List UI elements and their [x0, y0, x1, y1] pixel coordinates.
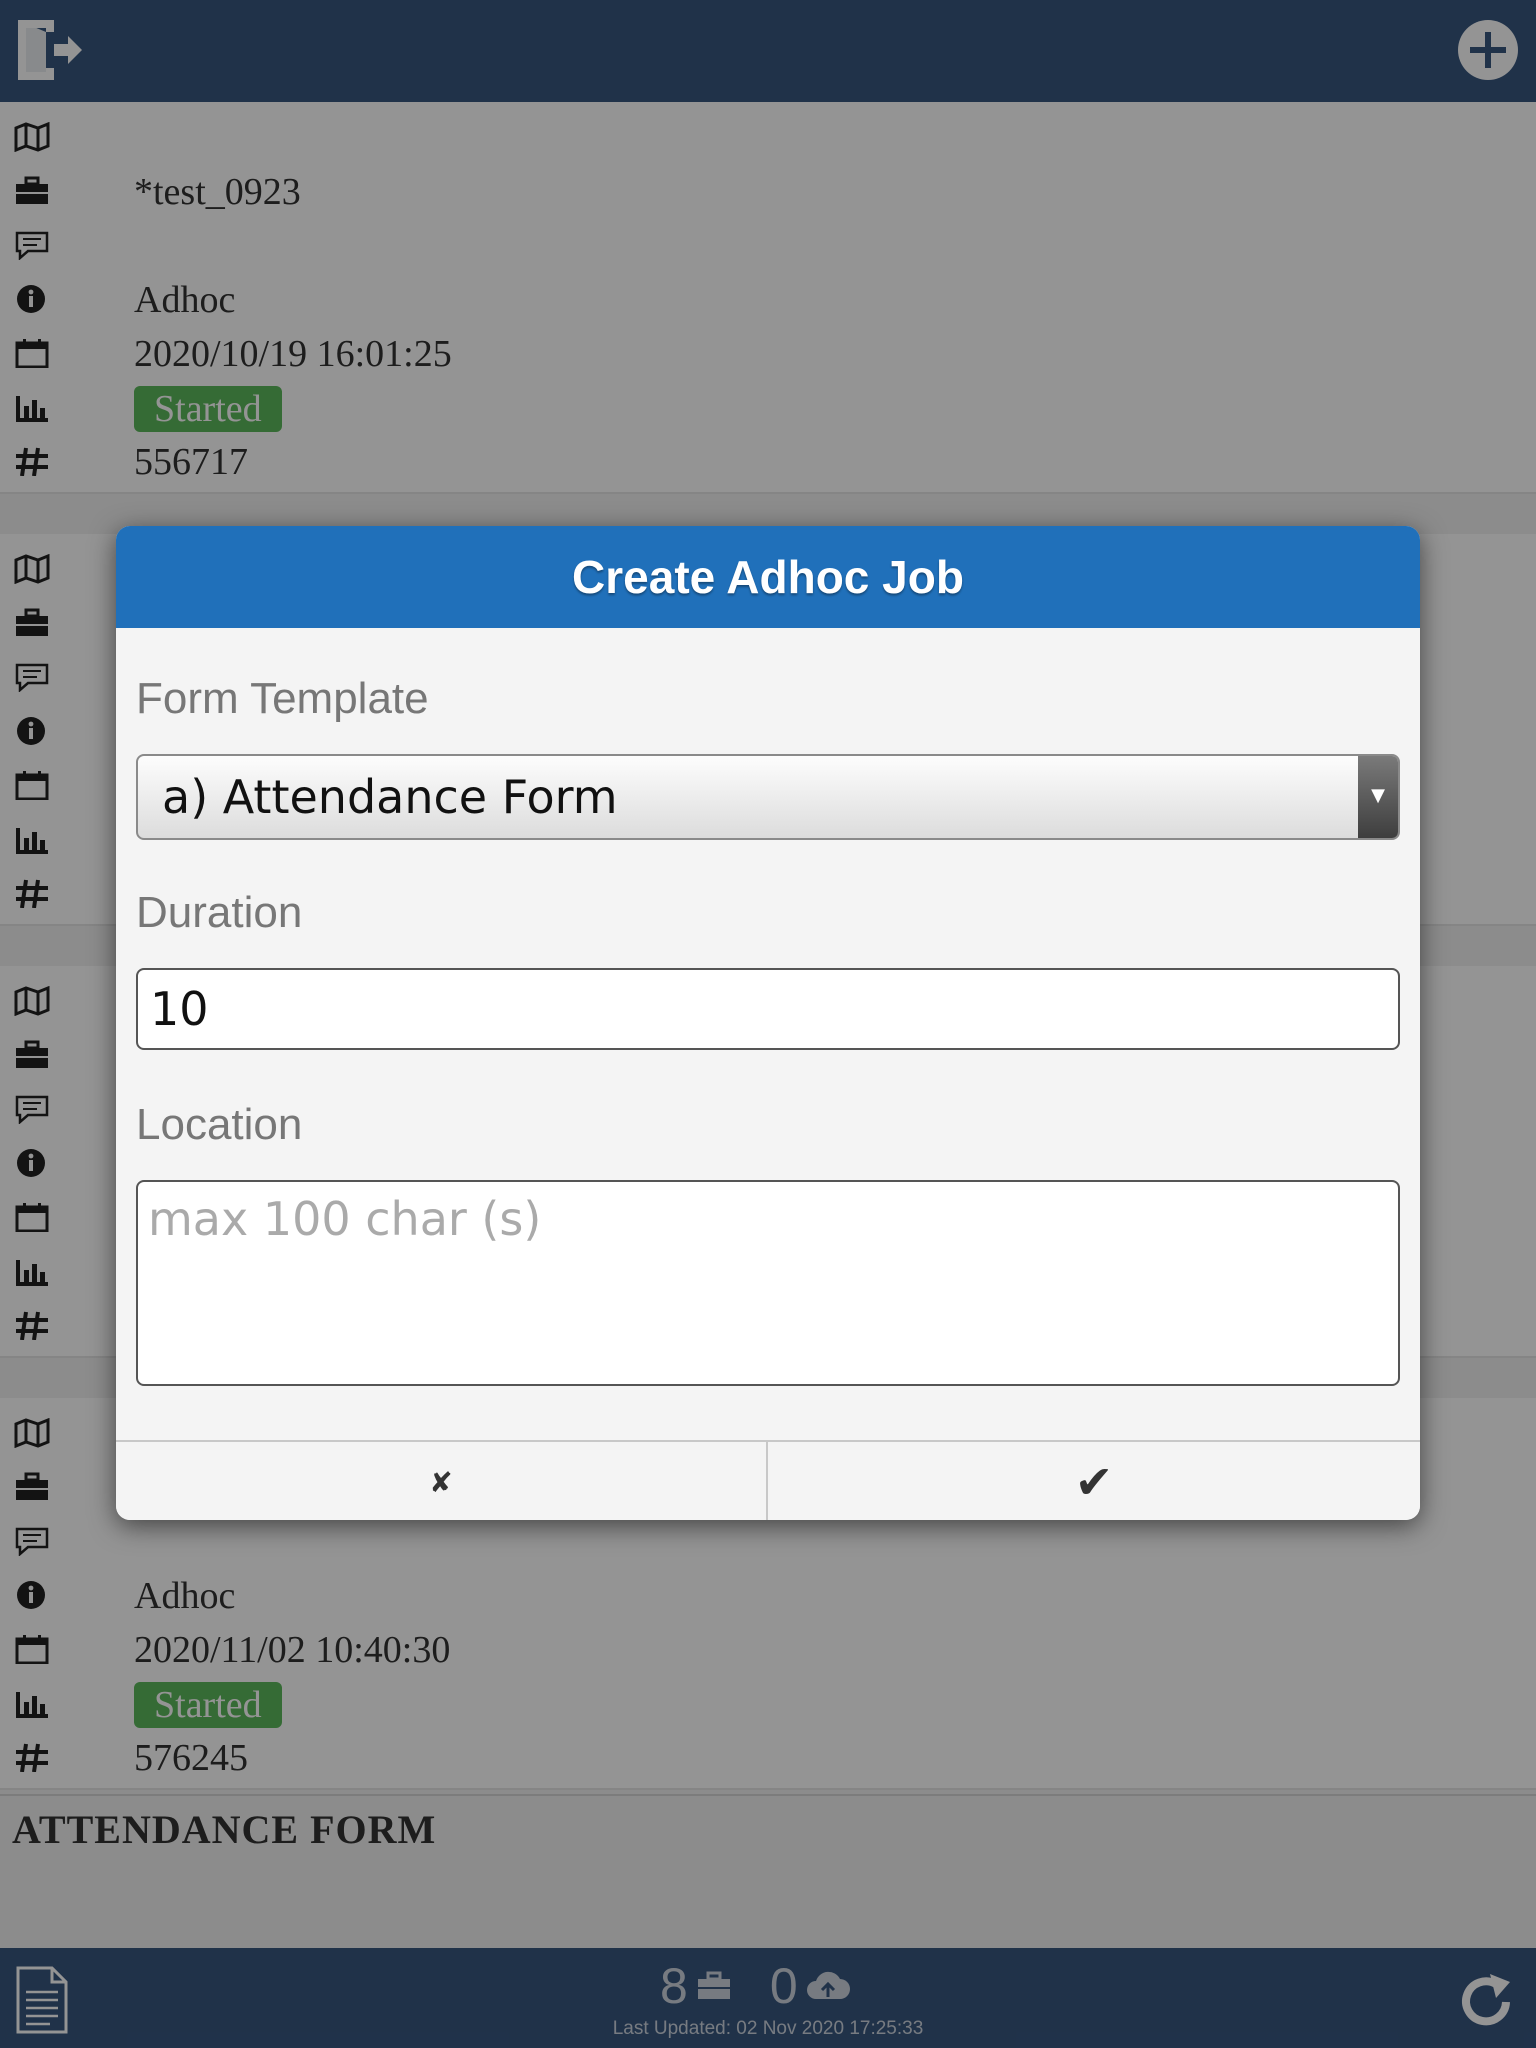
dialog-title: Create Adhoc Job [572, 551, 964, 603]
dropdown-arrow-icon[interactable]: ▼ [1358, 756, 1398, 838]
form-template-label: Form Template [136, 674, 429, 723]
cancel-icon: ✘ [429, 1465, 453, 1499]
form-template-select[interactable]: a) Attendance Form ▼ [136, 754, 1400, 840]
cancel-button[interactable]: ✘ [116, 1442, 768, 1520]
duration-label: Duration [136, 888, 303, 937]
location-textarea[interactable] [136, 1180, 1400, 1386]
location-label: Location [136, 1100, 303, 1149]
confirm-button[interactable]: ✔ [768, 1442, 1420, 1520]
duration-input[interactable] [136, 968, 1400, 1050]
create-adhoc-job-dialog: Create Adhoc Job Form Template a) Attend… [116, 526, 1420, 1520]
dialog-header: Create Adhoc Job [116, 526, 1420, 628]
dialog-footer: ✘ ✔ [116, 1440, 1420, 1520]
form-template-value: a) Attendance Form [162, 770, 618, 824]
check-icon: ✔ [1074, 1455, 1114, 1509]
